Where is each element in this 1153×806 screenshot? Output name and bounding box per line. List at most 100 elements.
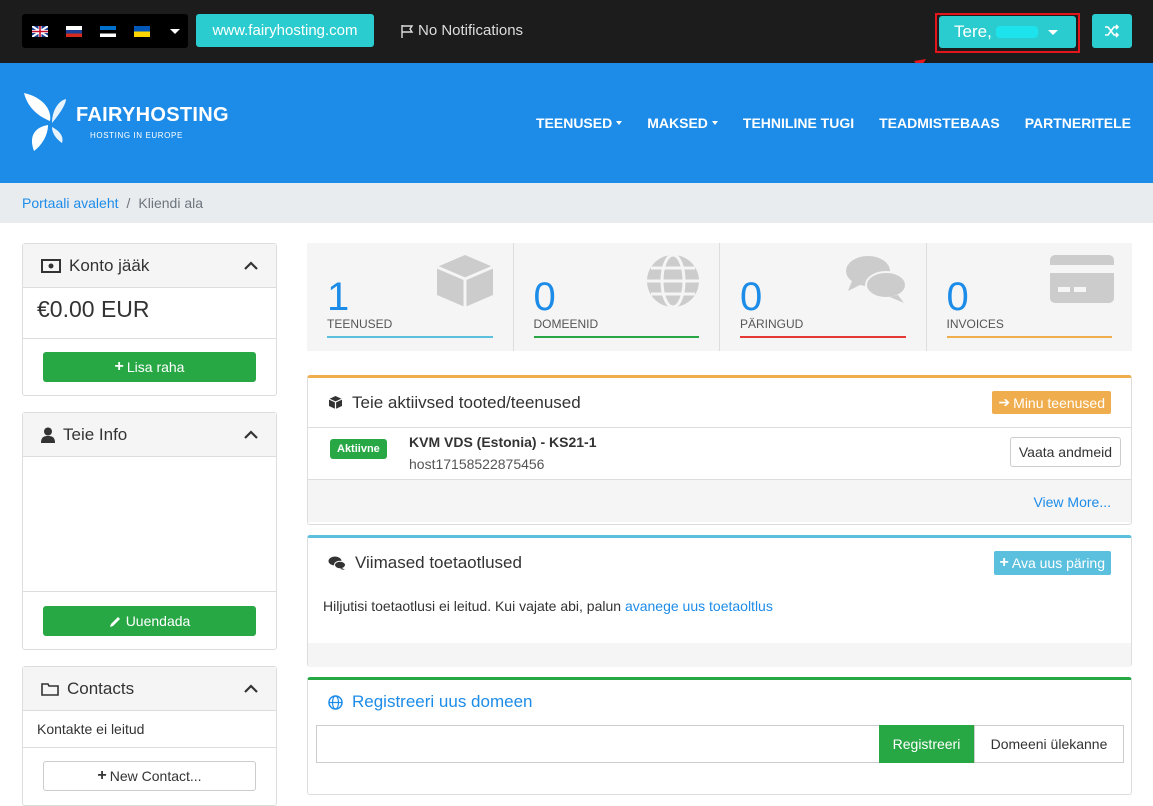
contacts-panel: Contacts Kontakte ei leitud + New Contact…	[22, 666, 277, 806]
new-contact-button[interactable]: + New Contact...	[43, 761, 256, 791]
service-row[interactable]: Aktiivne KVM VDS (Estonia) - KS21-1 host…	[308, 428, 1131, 480]
my-services-button[interactable]: ➔ Minu teenused	[992, 391, 1111, 414]
top-bar: www.fairyhosting.com No Notifications Te…	[0, 0, 1153, 63]
nav-item-teenused[interactable]: TEENUSED	[536, 115, 622, 131]
stat-label: DOMEENID	[533, 317, 599, 331]
balance-amount: €0.00 EUR	[23, 288, 276, 339]
new-contact-label: New Contact...	[109, 768, 202, 784]
website-button[interactable]: www.fairyhosting.com	[196, 14, 374, 47]
my-services-label: Minu teenused	[1013, 394, 1105, 411]
pencil-icon	[109, 616, 120, 627]
breadcrumb-separator: /	[126, 195, 131, 211]
globe-icon	[647, 253, 699, 309]
chevron-down-icon	[1047, 29, 1058, 35]
arrow-right-icon: ➔	[998, 394, 1011, 410]
add-funds-label: Lisa raha	[126, 359, 185, 375]
info-content-redacted	[23, 457, 276, 592]
stat-bar	[946, 336, 1112, 338]
greeting-label: Tere,	[954, 22, 992, 41]
tickets-text: Hiljutisi toetaotlusi ei leitud. Kui vaj…	[323, 598, 625, 614]
info-panel-header[interactable]: Teie Info	[23, 413, 276, 457]
site-header: FAIRYHOSTING HOSTING IN EUROPE TEENUSED …	[0, 63, 1153, 183]
active-services-box: Teie aktiivsed tooted/teenused ➔ Minu tee…	[307, 375, 1132, 525]
chevron-up-icon[interactable]	[244, 261, 258, 270]
chevron-down-icon[interactable]	[170, 28, 180, 34]
view-more-link[interactable]: View More...	[1033, 494, 1111, 510]
view-details-button[interactable]: Vaata andmeid	[1009, 437, 1121, 467]
language-selector[interactable]	[22, 14, 188, 48]
service-name: KVM VDS (Estonia) - KS21-1	[409, 434, 597, 450]
user-icon	[41, 427, 55, 443]
stat-tickets[interactable]: 0 PÄRINGUD	[720, 243, 927, 351]
new-ticket-link[interactable]: avanege uus toetaoltlus	[625, 598, 773, 614]
status-badge: Aktiivne	[330, 439, 387, 459]
tickets-footer	[308, 643, 1131, 667]
info-panel: Teie Info Uuendada	[22, 412, 277, 650]
breadcrumb-current: Kliendi ala	[138, 195, 204, 211]
stat-invoices[interactable]: 0 INVOICES	[927, 243, 1133, 351]
butterfly-logo-icon	[24, 93, 66, 151]
contacts-panel-header[interactable]: Contacts	[23, 667, 276, 711]
recent-tickets-box: Viimased toetaotlused + Ava uus päring Hi…	[307, 535, 1132, 667]
open-ticket-label: Ava uus päring	[1011, 555, 1105, 571]
money-icon	[41, 258, 61, 273]
brand-name: FAIRYHOSTING	[76, 104, 229, 126]
account-menu-button[interactable]: Tere,	[939, 16, 1076, 48]
chevron-up-icon[interactable]	[244, 684, 258, 693]
domain-register-box: Registreeri uus domeen Registreeri Domee…	[307, 677, 1132, 795]
folder-icon	[41, 682, 59, 696]
shuffle-button[interactable]	[1092, 14, 1132, 48]
update-label: Uuendada	[125, 613, 191, 629]
flag-ru-icon[interactable]	[66, 25, 82, 37]
comments-icon	[328, 556, 346, 570]
add-funds-button[interactable]: + Lisa raha	[43, 352, 256, 382]
domain-transfer-button[interactable]: Domeeni ülekanne	[974, 725, 1124, 763]
tickets-empty-text: Hiljutisi toetaotlusi ei leitud. Kui vaj…	[308, 588, 1131, 643]
stat-label: TEENUSED	[327, 317, 393, 331]
domain-search-group: Registreeri Domeeni ülekanne	[316, 725, 1124, 763]
brand-tagline: HOSTING IN EUROPE	[90, 131, 183, 140]
plus-icon: +	[999, 554, 1009, 571]
breadcrumb: Portaali avaleht / Kliendi ala	[0, 183, 1153, 223]
service-host: host17158522875456	[409, 456, 545, 472]
flag-ee-icon[interactable]	[100, 25, 116, 37]
stat-bar	[327, 336, 493, 338]
open-ticket-button[interactable]: + Ava uus päring	[993, 551, 1111, 575]
stat-domains[interactable]: 0 DOMEENID	[514, 243, 720, 351]
stat-label: INVOICES	[946, 317, 1004, 331]
stat-number: 0	[740, 275, 763, 319]
stat-number: 0	[946, 275, 969, 319]
flag-uk-icon[interactable]	[32, 25, 48, 37]
stat-bar	[533, 336, 699, 338]
stat-number: 0	[533, 275, 556, 319]
domain-search-input[interactable]	[316, 725, 879, 763]
nav-item-tehniline-tugi[interactable]: TEHNILINE TUGI	[743, 115, 854, 131]
update-button[interactable]: Uuendada	[43, 606, 256, 636]
breadcrumb-home-link[interactable]: Portaali avaleht	[22, 195, 119, 211]
nav-item-partneritele[interactable]: PARTNERITELE	[1025, 115, 1131, 131]
flag-icon	[401, 24, 414, 38]
register-button[interactable]: Registreeri	[879, 725, 974, 763]
shuffle-icon	[1105, 24, 1120, 38]
notifications[interactable]: No Notifications	[400, 22, 523, 39]
stat-number: 1	[327, 275, 350, 319]
logo[interactable]: FAIRYHOSTING HOSTING IN EUROPE	[22, 91, 229, 153]
nav-item-maksed[interactable]: MAKSED	[647, 115, 718, 131]
stat-services[interactable]: 1 TEENUSED	[307, 243, 514, 351]
stat-bar	[740, 336, 906, 338]
stats-row: 1 TEENUSED 0 DOMEENID 0 PÄRINGUD 0 INVOI…	[307, 243, 1132, 351]
recent-tickets-title: Viimased toetaotlused	[355, 553, 522, 572]
balance-panel-header[interactable]: Konto jääk	[23, 244, 276, 288]
credit-card-icon	[1050, 255, 1114, 303]
active-services-header: Teie aktiivsed tooted/teenused ➔ Minu tee…	[308, 378, 1131, 428]
flag-ua-icon[interactable]	[134, 25, 150, 37]
nav-item-teadmistebaas[interactable]: TEADMISTEBAAS	[879, 115, 1000, 131]
chevron-up-icon[interactable]	[244, 430, 258, 439]
plus-icon: +	[114, 358, 124, 375]
active-services-title: Teie aktiivsed tooted/teenused	[352, 392, 581, 412]
recent-tickets-header: Viimased toetaotlused + Ava uus päring	[308, 538, 1131, 588]
globe-icon	[328, 694, 343, 710]
main-nav: TEENUSED MAKSED TEHNILINE TUGI TEADMISTE…	[511, 115, 1131, 131]
balance-panel: Konto jääk €0.00 EUR + Lisa raha	[22, 243, 277, 396]
comments-icon	[845, 256, 907, 303]
